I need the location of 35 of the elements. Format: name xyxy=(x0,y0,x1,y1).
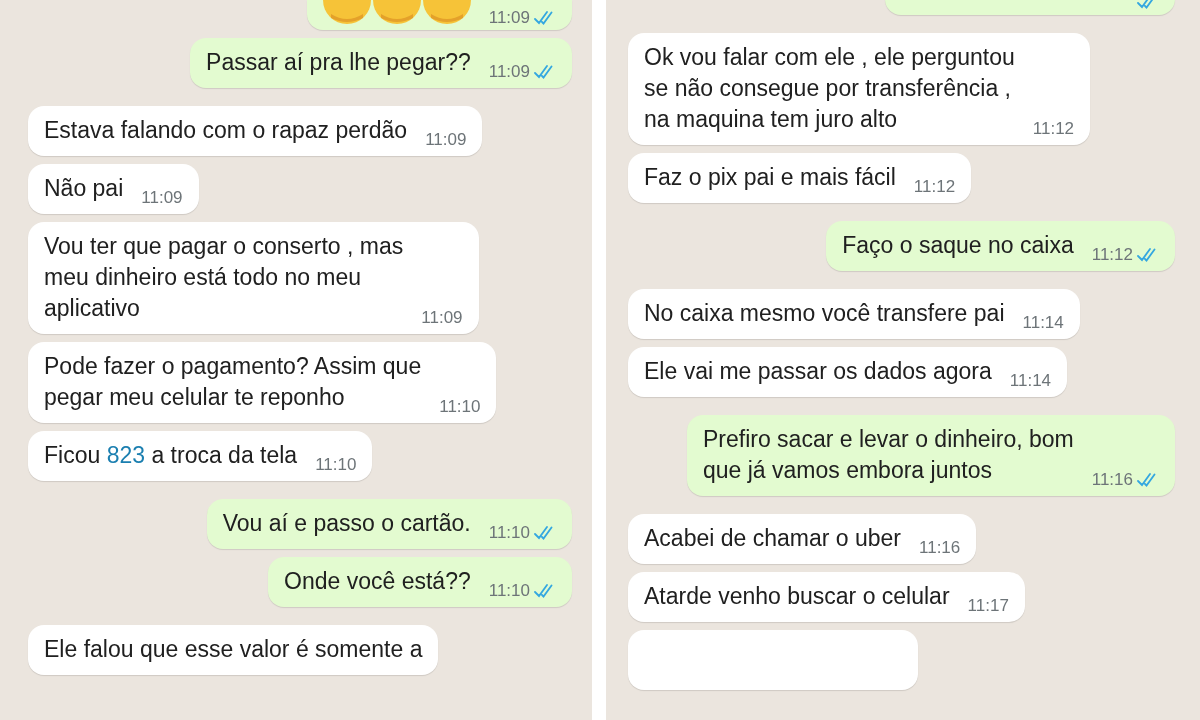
message-time: 11:09 xyxy=(488,62,530,82)
message-text: Ok vou falar com ele , ele perguntou se não consegue por transferência , na maquina tem juro alto xyxy=(644,43,1015,134)
message-text: Ficou 823 a troca da tela xyxy=(44,441,298,470)
message-text: Ele vai me passar os dados agora xyxy=(644,357,992,386)
message-time: 11:10 xyxy=(315,455,357,475)
message-time: 11:14 xyxy=(1009,371,1052,391)
message-time: 11:10 xyxy=(488,581,530,601)
message-time: 11:10 xyxy=(439,397,481,417)
message-time: 11:10 xyxy=(488,523,530,543)
message-time: 11:12 xyxy=(1091,245,1133,265)
message-time: 11:17 xyxy=(967,596,1009,616)
message-text: Vou ter que pagar o conserto , mas meu dinheiro está todo no meu aplicativo xyxy=(44,232,404,323)
message-text: Atarde venho buscar o celular xyxy=(644,582,950,611)
message-time: 11:09 xyxy=(421,308,463,328)
phone-link[interactable]: 823 xyxy=(106,442,145,468)
message-text: Passar aí pra lhe pegar?? xyxy=(206,48,471,77)
message-text: Pode fazer o pagamento? Assim que pegar meu celular te reponho xyxy=(44,352,422,412)
message-text: Onde você está?? xyxy=(284,567,471,596)
message-time: 11:09 xyxy=(425,130,467,150)
message-text: Não pai xyxy=(44,174,124,203)
message-time: 11:16 xyxy=(1091,470,1133,490)
message-text: No caixa mesmo você transfere pai xyxy=(644,299,1005,328)
message-text: Vou aí e passo o cartão. xyxy=(222,509,471,538)
message-text: Ele falou que esse valor é somente a xyxy=(44,635,423,664)
message-time: 11:09 xyxy=(488,8,530,28)
message-time: 11:12 xyxy=(913,177,956,197)
message-time: 11:14 xyxy=(1022,313,1064,333)
message-text: Faço o saque no caixa xyxy=(842,231,1074,260)
message-text: Estava falando com o rapaz perdão xyxy=(44,116,408,145)
message-text: Prefiro sacar e levar o dinheiro, bom que já vamos embora juntos xyxy=(703,425,1074,485)
message-time: 11:16 xyxy=(919,538,961,558)
message-text: Faz o pix pai e mais fácil xyxy=(644,163,896,192)
message-text: Acabei de chamar o uber xyxy=(644,524,901,553)
message-time: 11:12 xyxy=(1032,119,1075,139)
message-time: 11:09 xyxy=(141,188,183,208)
